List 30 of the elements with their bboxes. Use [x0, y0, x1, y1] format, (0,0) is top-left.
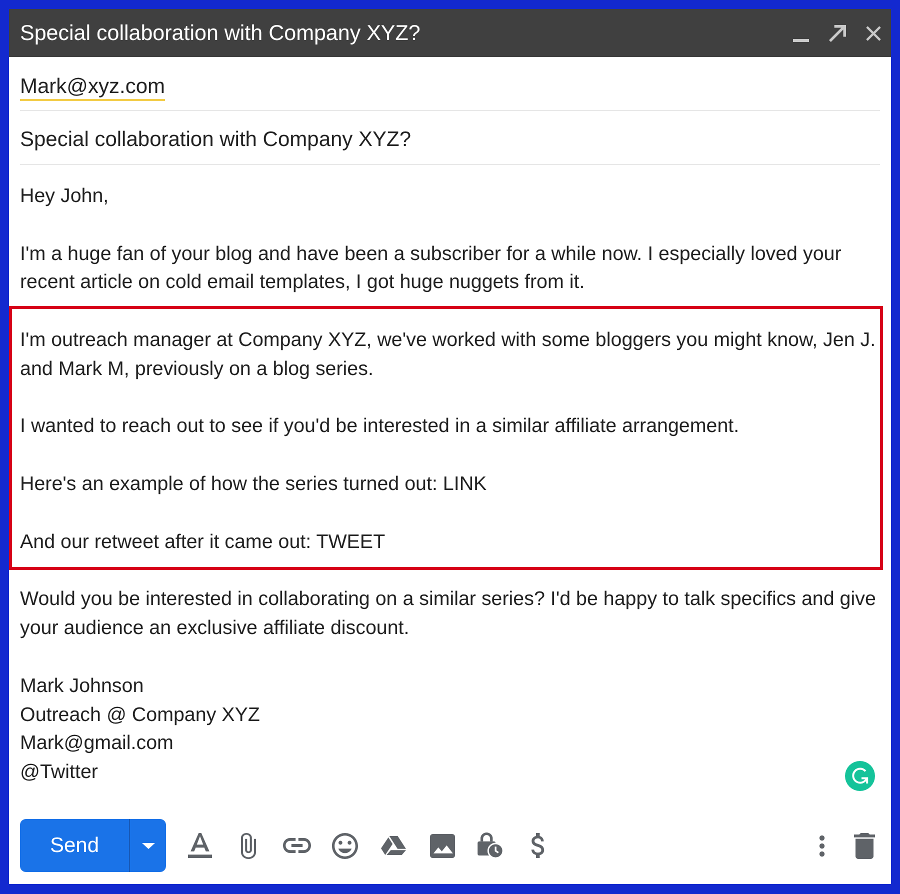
message-paragraph: I wanted to reach out to see if you'd be interested in a similar affiliate arrangement.: [20, 414, 740, 440]
send-button[interactable]: Send: [20, 819, 129, 872]
smiley-icon[interactable]: [332, 832, 358, 858]
minimize-icon[interactable]: [793, 38, 809, 42]
caret-icon: [142, 842, 154, 848]
message-paragraph: Here's an example of how the series turned out: LINK: [20, 472, 488, 497]
dollar-icon[interactable]: [531, 833, 546, 858]
lock-clock-icon[interactable]: [477, 832, 504, 859]
message-paragraph: Hey John,: [20, 184, 110, 209]
paperclip-icon[interactable]: [241, 832, 256, 858]
send-options-button[interactable]: [129, 819, 166, 872]
text-format-icon[interactable]: [188, 833, 212, 858]
image-icon[interactable]: [430, 834, 455, 858]
signature-line: Mark Johnson: [20, 674, 144, 699]
message-paragraph: And our retweet after it came out: TWEET: [20, 530, 386, 555]
signature-line: Outreach @ Company XYZ: [20, 702, 260, 728]
triangle-icon[interactable]: [381, 836, 406, 855]
recipient-field[interactable]: Mark@xyz.com: [20, 57, 880, 111]
diagonal-arrow-icon[interactable]: [829, 24, 846, 42]
message-paragraph: Would you be interested in collaborating on a similar series? I'd be happy to talk specifics and give your audience an exclusive affiliate discount.: [20, 587, 877, 642]
subject-field[interactable]: Special collaboration with Company XYZ?: [20, 111, 880, 165]
signature-line: @Twitter: [20, 760, 98, 786]
link-icon[interactable]: [282, 838, 311, 853]
trash-icon[interactable]: [854, 832, 875, 858]
message-paragraph: I'm outreach manager at Company XYZ, we've worked with some bloggers you might know, Jen J. and Mark M, previously on a blog series.: [20, 328, 877, 382]
message-paragraph: I'm a huge fan of your blog and have been a subscriber for a while now. I especially loved your recent article on cold email templates, I got huge nuggets from it.: [20, 242, 842, 296]
close-icon[interactable]: [866, 26, 881, 40]
window-title: Special collaboration with Company XYZ?: [20, 20, 422, 46]
more-options-icon[interactable]: [819, 834, 825, 856]
signature-line: Mark@gmail.com: [20, 731, 174, 756]
